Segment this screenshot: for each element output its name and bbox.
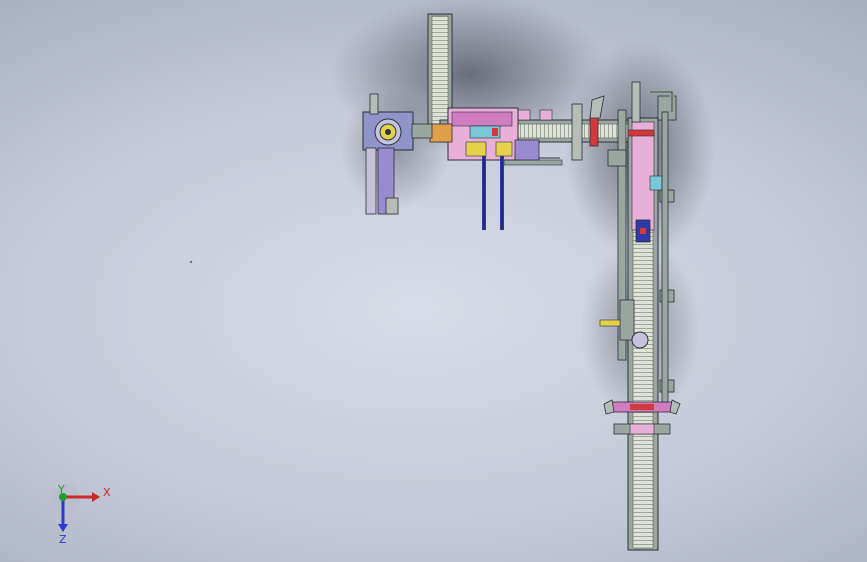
origin-marker bbox=[189, 260, 193, 264]
graphics-viewport[interactable]: X Y Z bbox=[0, 0, 867, 562]
reference-triad[interactable]: X Y Z bbox=[52, 483, 111, 546]
y-axis-label: Y bbox=[57, 483, 65, 496]
x-axis-label: X bbox=[103, 486, 111, 499]
z-axis-label: Z bbox=[59, 533, 67, 546]
model-drawing[interactable]: X Y Z bbox=[0, 0, 867, 562]
x-axis-arrow bbox=[92, 492, 100, 502]
z-axis-arrow bbox=[58, 524, 68, 532]
